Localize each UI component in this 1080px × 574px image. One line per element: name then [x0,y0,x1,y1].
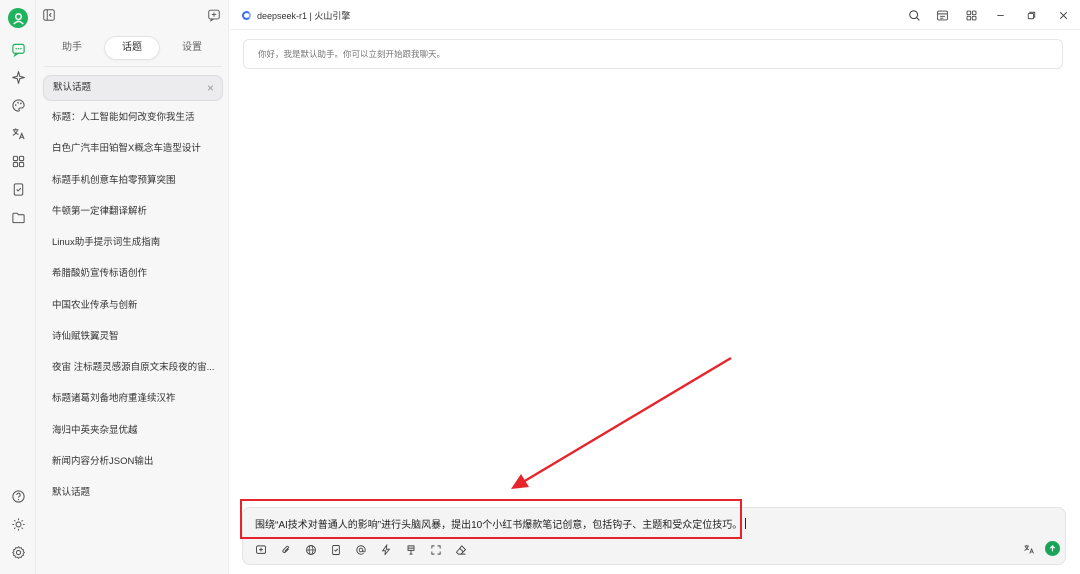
topic-label: 默认话题 [53,82,92,93]
expand-icon[interactable] [428,542,444,558]
layout-icon[interactable] [932,5,952,25]
web-search-icon[interactable] [303,542,319,558]
theme-sun-icon[interactable] [0,513,36,535]
model-logo-icon [242,10,251,20]
chat-icon[interactable] [0,38,36,60]
collapse-sidebar-icon[interactable] [38,4,60,26]
help-icon[interactable] [0,485,36,507]
minimize-icon[interactable] [990,5,1010,25]
text-caret [745,518,747,529]
topic-item[interactable]: 新闻内容分析JSON输出 [43,449,223,475]
topic-item[interactable]: 默认话题 [43,480,223,506]
folder-icon[interactable] [0,206,36,228]
attachment-icon[interactable] [278,542,294,558]
settings-gear-icon[interactable] [0,541,36,563]
tab-assistant[interactable]: 助手 [46,36,98,60]
grid-icon[interactable] [961,5,981,25]
new-topic-icon[interactable] [203,4,225,26]
topic-item[interactable]: 海归中英夹杂显优越 [43,418,223,444]
search-icon[interactable] [904,5,924,25]
sidebar-header [36,4,229,26]
topic-item[interactable]: 中国农业传承与创新 [43,293,223,319]
topic-item[interactable]: 夜宙 注标题灵感源自原文末段夜的宙... [43,355,223,381]
close-icon[interactable] [1053,5,1073,25]
mention-icon[interactable] [353,542,369,558]
model-name: deepseek-r1 | 火山引擎 [257,10,351,21]
translate-icon[interactable] [0,122,36,144]
apps-grid-icon[interactable] [0,150,36,172]
title-bar: deepseek-r1 | 火山引擎 [230,0,1080,30]
tab-settings[interactable]: 设置 [166,36,218,60]
palette-icon[interactable] [0,94,36,116]
translate-icon[interactable] [1021,541,1037,557]
arrow-up-icon [1049,545,1056,552]
topic-item[interactable]: Linux助手提示词生成指南 [43,230,223,256]
tab-topics[interactable]: 话题 [104,36,160,60]
topic-item[interactable]: 标题手机创意车拍零预算突围 [43,168,223,194]
annotation-highlight-box [240,499,742,539]
new-topic-icon[interactable] [253,542,269,558]
sparkle-icon[interactable] [0,66,36,88]
topic-sidebar: 助手 话题 设置 默认话题 × 标题：人工智能如何改变你我生活 白色广汽丰田铂智… [36,0,229,574]
knowledge-icon[interactable] [328,542,344,558]
mini-app-icon[interactable] [0,178,36,200]
topic-item[interactable]: 白色广汽丰田铂智X概念车造型设计 [43,136,223,162]
eraser-icon[interactable] [453,542,469,558]
topic-item[interactable]: 标题诸葛刘备地府重逢续汉祚 [43,386,223,412]
sidebar-tabs: 助手 话题 设置 [44,36,222,60]
topic-item[interactable]: 牛顿第一定律翻译解析 [43,199,223,225]
close-icon[interactable]: × [207,76,214,100]
restore-icon[interactable] [1021,5,1041,25]
topic-item[interactable]: 诗仙赋铁翼灵智 [43,324,223,350]
send-button[interactable] [1045,541,1060,556]
user-avatar[interactable] [0,6,36,30]
welcome-message: 你好，我是默认助手。你可以立刻开始跟我聊天。 [243,39,1063,69]
tab-divider [44,66,222,67]
quick-phrase-icon[interactable] [378,542,394,558]
nav-rail [0,0,36,574]
topic-item-active[interactable]: 默认话题 × [43,75,223,101]
topic-item[interactable]: 标题：人工智能如何改变你我生活 [43,105,223,131]
avatar-icon [8,8,28,28]
model-selector[interactable]: deepseek-r1 | 火山引擎 [242,8,350,22]
topic-item[interactable]: 希腊酸奶宣传标语创作 [43,261,223,287]
clear-context-icon[interactable] [403,542,419,558]
